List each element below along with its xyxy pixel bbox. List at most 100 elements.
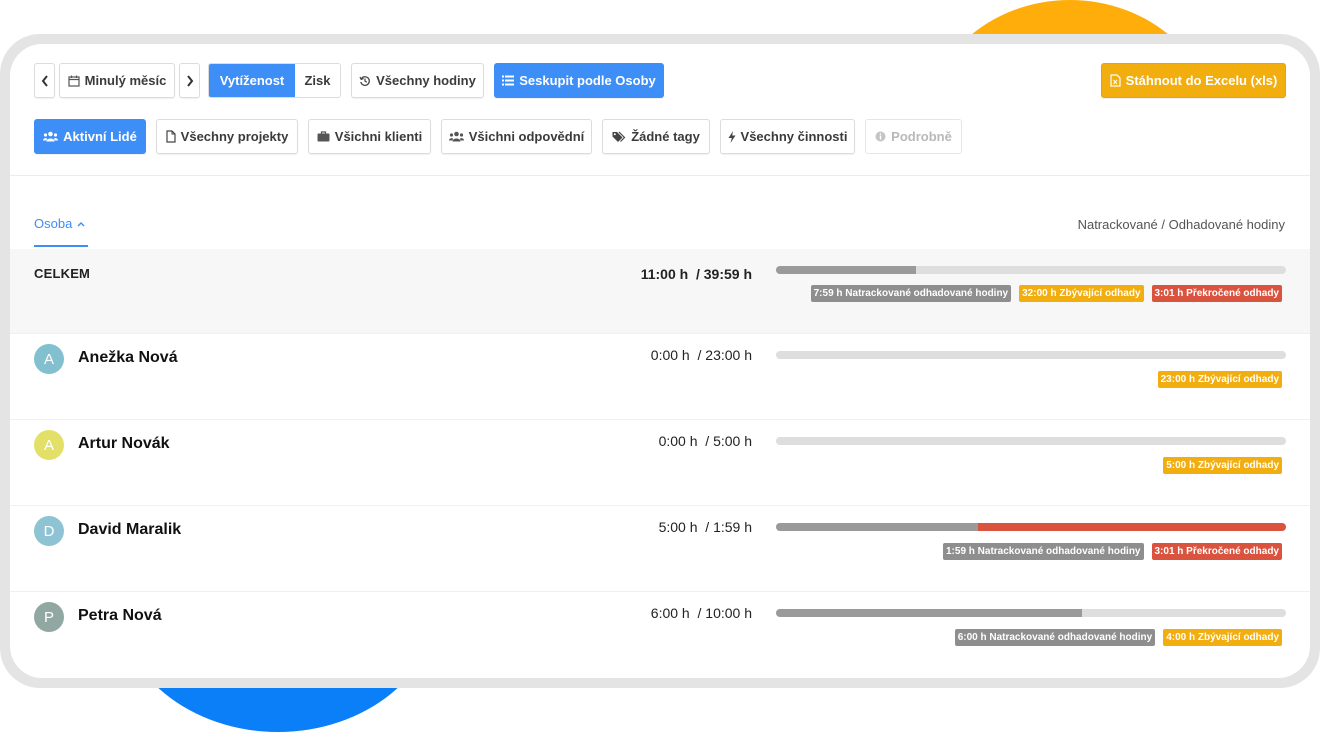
person-row[interactable]: D David Maralik 5:00 h / 1:59 h 1:59 h N…: [10, 505, 1310, 591]
info-circle-icon: [875, 131, 886, 142]
tab-utilization[interactable]: Vytíženost: [209, 64, 295, 97]
tags-icon: [612, 131, 626, 143]
person-hours: 0:00 h / 5:00 h: [659, 433, 752, 449]
progress-tracked-fill: [776, 266, 917, 274]
period-label: Minulý měsíc: [84, 73, 167, 88]
filter-clients-button[interactable]: Všichni klienti: [308, 119, 431, 154]
hours-badge: 3:01 h Překročené odhady: [1151, 285, 1282, 302]
bolt-icon: [728, 130, 736, 143]
group-by-label: Seskupit podle Osoby: [519, 73, 656, 88]
filter-activities-label: Všechny činnosti: [740, 129, 848, 144]
person-row[interactable]: A Artur Novák 0:00 h / 5:00 h 5:00 h Zbý…: [10, 419, 1310, 505]
hours-column-header: Natrackované / Odhadované hodiny: [1077, 217, 1285, 232]
person-name: Petra Nová: [78, 607, 162, 624]
filter-activities-button[interactable]: Všechny činnosti: [720, 119, 855, 154]
progress-tracked-fill: [776, 523, 979, 531]
filter-people-label: Aktivní Lidé: [63, 129, 137, 144]
users-icon: [448, 131, 464, 142]
total-estimated: / 39:59 h: [695, 266, 752, 282]
total-progress-bar: [776, 266, 1286, 274]
users-icon: [43, 131, 59, 142]
list-icon: [502, 75, 515, 86]
hours-badge: 4:00 h Zbývající odhady: [1163, 629, 1282, 646]
chevron-left-icon: [41, 74, 49, 87]
person-badges: 5:00 h Zbývající odhady: [1163, 457, 1282, 474]
details-label: Podrobně: [891, 129, 952, 144]
filter-tags-label: Žádné tagy: [631, 129, 700, 144]
calendar-icon: [68, 75, 80, 87]
filter-people-button[interactable]: Aktivní Lidé: [34, 119, 146, 154]
person-hours: 0:00 h / 23:00 h: [651, 347, 752, 363]
total-hours: 11:00 h / 39:59 h: [641, 266, 752, 282]
person-progress-bar: [776, 351, 1286, 359]
person-badges: 23:00 h Zbývající odhady: [1157, 371, 1282, 388]
briefcase-icon: [317, 131, 330, 142]
hours-badge: 23:00 h Zbývající odhady: [1157, 371, 1282, 388]
person-name: David Maralik: [78, 521, 182, 538]
filter-projects-label: Všechny projekty: [180, 129, 289, 144]
file-icon: [166, 130, 176, 143]
person-progress-bar: [776, 523, 1286, 531]
export-label: Stáhnout do Excelu (xls): [1125, 73, 1278, 88]
filter-responsible-button[interactable]: Všichni odpovědní: [441, 119, 592, 154]
stage: Minulý měsíc Vytíženost Zisk Všechny hod…: [0, 0, 1320, 732]
hours-badge: 6:00 h Natrackované odhadované hodiny: [954, 629, 1156, 646]
person-estimated: / 1:59 h: [705, 519, 752, 535]
filter-tags-button[interactable]: Žádné tagy: [602, 119, 710, 154]
person-badges: 1:59 h Natrackované odhadované hodiny 3:…: [943, 543, 1282, 560]
avatar: D: [34, 516, 64, 546]
hours-badge: 3:01 h Překročené odhady: [1151, 543, 1282, 560]
progress-over-fill: [978, 523, 1286, 531]
person-tracked: 0:00 h: [658, 433, 698, 449]
filter-clients-label: Všichni klienti: [334, 129, 423, 144]
total-label: CELKEM: [34, 266, 91, 281]
chevron-right-icon: [186, 74, 194, 87]
person-hours: 5:00 h / 1:59 h: [659, 519, 752, 535]
person-name: Artur Novák: [78, 435, 170, 452]
all-hours-button[interactable]: Všechny hodiny: [351, 63, 484, 98]
hours-badge: 1:59 h Natrackované odhadované hodiny: [943, 543, 1144, 560]
sort-tab-underline: [34, 245, 88, 247]
person-estimated: / 10:00 h: [697, 605, 753, 621]
report-card: Minulý měsíc Vytíženost Zisk Všechny hod…: [10, 44, 1310, 678]
history-icon: [359, 75, 371, 87]
person-progress-bar: [776, 437, 1286, 445]
details-button[interactable]: Podrobně: [865, 119, 962, 154]
total-tracked: 11:00 h: [640, 266, 689, 282]
person-progress-bar: [776, 609, 1286, 617]
progress-tracked-fill: [776, 609, 1082, 617]
chevron-up-icon: [77, 221, 85, 227]
hours-badge: 5:00 h Zbývající odhady: [1163, 457, 1282, 474]
filter-responsible-label: Všichni odpovědní: [468, 129, 585, 144]
file-excel-icon: [1110, 74, 1121, 87]
avatar: P: [34, 602, 64, 632]
person-tracked: 5:00 h: [658, 519, 698, 535]
all-hours-label: Všechny hodiny: [376, 73, 476, 88]
sort-column-label: Osoba: [34, 216, 73, 231]
person-row[interactable]: A Anežka Nová 0:00 h / 23:00 h 23:00 h Z…: [10, 333, 1310, 419]
person-tracked: 6:00 h: [650, 605, 690, 621]
person-estimated: / 5:00 h: [705, 433, 752, 449]
prev-period-button[interactable]: [34, 63, 55, 98]
person-name: Anežka Nová: [78, 349, 178, 366]
person-estimated: / 23:00 h: [697, 347, 753, 363]
person-hours: 6:00 h / 10:00 h: [651, 605, 752, 621]
tab-profit[interactable]: Zisk: [295, 64, 340, 97]
filter-projects-button[interactable]: Všechny projekty: [156, 119, 298, 154]
hours-badge: 32:00 h Zbývající odhady: [1019, 285, 1144, 302]
export-excel-button[interactable]: Stáhnout do Excelu (xls): [1101, 63, 1286, 98]
person-row[interactable]: P Petra Nová 6:00 h / 10:00 h 6:00 h Nat…: [10, 591, 1310, 678]
avatar: A: [34, 344, 64, 374]
total-row: CELKEM 11:00 h / 39:59 h 7:59 h Natracko…: [10, 249, 1310, 333]
view-mode-toggle: Vytíženost Zisk: [208, 63, 341, 98]
toolbar-divider: [10, 175, 1310, 176]
sort-by-person-tab[interactable]: Osoba: [34, 216, 85, 231]
person-badges: 6:00 h Natrackované odhadované hodiny 4:…: [954, 629, 1282, 646]
person-tracked: 0:00 h: [650, 347, 690, 363]
hours-badge: 7:59 h Natrackované odhadované hodiny: [810, 285, 1012, 302]
next-period-button[interactable]: [179, 63, 200, 98]
avatar: A: [34, 430, 64, 460]
total-badges: 7:59 h Natrackované odhadované hodiny 32…: [810, 285, 1282, 302]
group-by-button[interactable]: Seskupit podle Osoby: [494, 63, 664, 98]
period-picker-button[interactable]: Minulý měsíc: [59, 63, 175, 98]
